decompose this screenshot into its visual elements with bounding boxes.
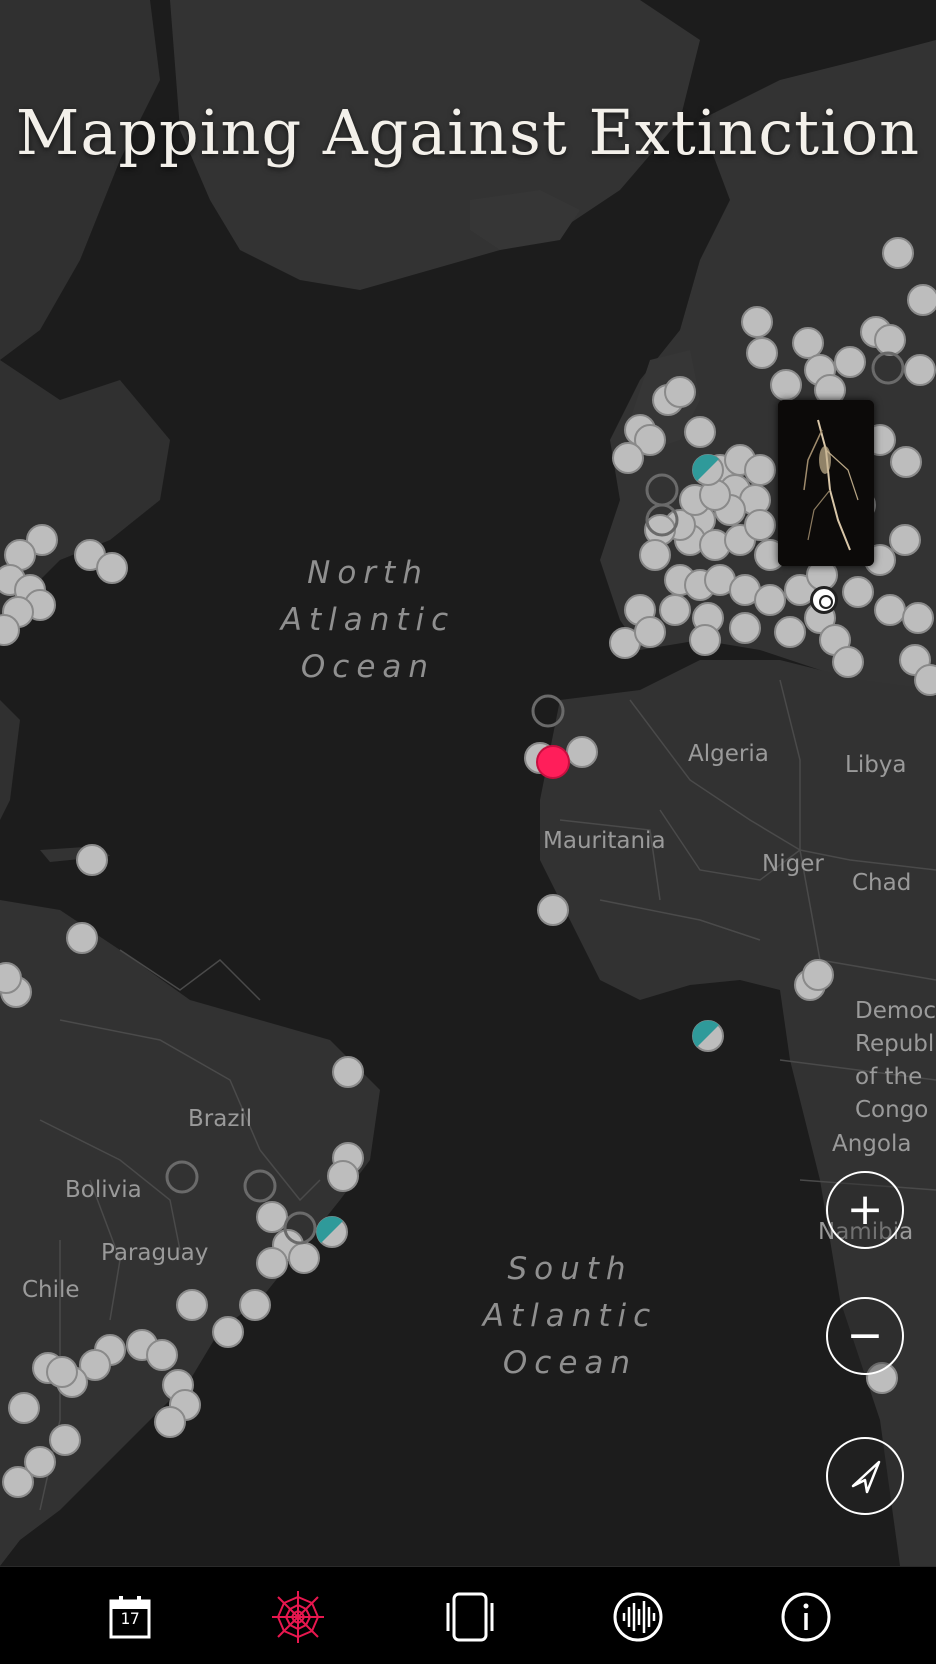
country-label-drc: Democratic Republic of the Congo: [855, 998, 936, 1123]
species-image: [778, 400, 874, 566]
tab-device[interactable]: [442, 1589, 498, 1645]
navigation-arrow-icon: [851, 1460, 881, 1494]
country-label-chad: Chad: [852, 870, 912, 896]
zoom-out-icon: −: [846, 1310, 884, 1361]
country-label-libya: Libya: [845, 752, 907, 778]
country-label-bolivia: Bolivia: [65, 1177, 142, 1203]
ocean-label-south-atlantic: South Atlantic Ocean: [482, 1251, 658, 1381]
zoom-in-button[interactable]: +: [826, 1171, 904, 1249]
map[interactable]: [0, 0, 936, 1566]
app-title: Mapping Against Extinction: [15, 96, 921, 169]
app: Mapping Against Extinction North Atlanti…: [0, 0, 936, 1664]
country-label-brazil: Brazil: [188, 1106, 253, 1132]
calendar-badge: 17: [120, 1609, 140, 1628]
country-label-algeria: Algeria: [688, 741, 769, 767]
zoom-in-icon: +: [846, 1184, 884, 1235]
country-label-mauritania: Mauritania: [543, 828, 666, 854]
country-label-paraguay: Paraguay: [101, 1240, 209, 1266]
species-thumbnail[interactable]: [778, 400, 874, 566]
tab-bar: 17: [0, 1566, 936, 1664]
spider-web-icon: [272, 1591, 324, 1643]
info-icon: [781, 1592, 831, 1642]
tab-info[interactable]: [778, 1589, 834, 1645]
tab-web[interactable]: [270, 1589, 326, 1645]
tab-calendar[interactable]: 17: [102, 1589, 158, 1645]
country-label-niger: Niger: [762, 851, 824, 877]
selected-location-pointer: [810, 586, 838, 614]
country-label-angola: Angola: [832, 1131, 912, 1157]
ocean-label-north-atlantic: North Atlantic Ocean: [280, 555, 456, 685]
selected-marker: [536, 745, 570, 779]
phone-frame-icon: [446, 1592, 494, 1642]
sound-wave-icon: [613, 1592, 663, 1642]
zoom-out-button[interactable]: −: [826, 1297, 904, 1375]
country-label-chile: Chile: [22, 1277, 80, 1303]
tab-sound[interactable]: [610, 1589, 666, 1645]
locate-button[interactable]: [826, 1437, 904, 1515]
